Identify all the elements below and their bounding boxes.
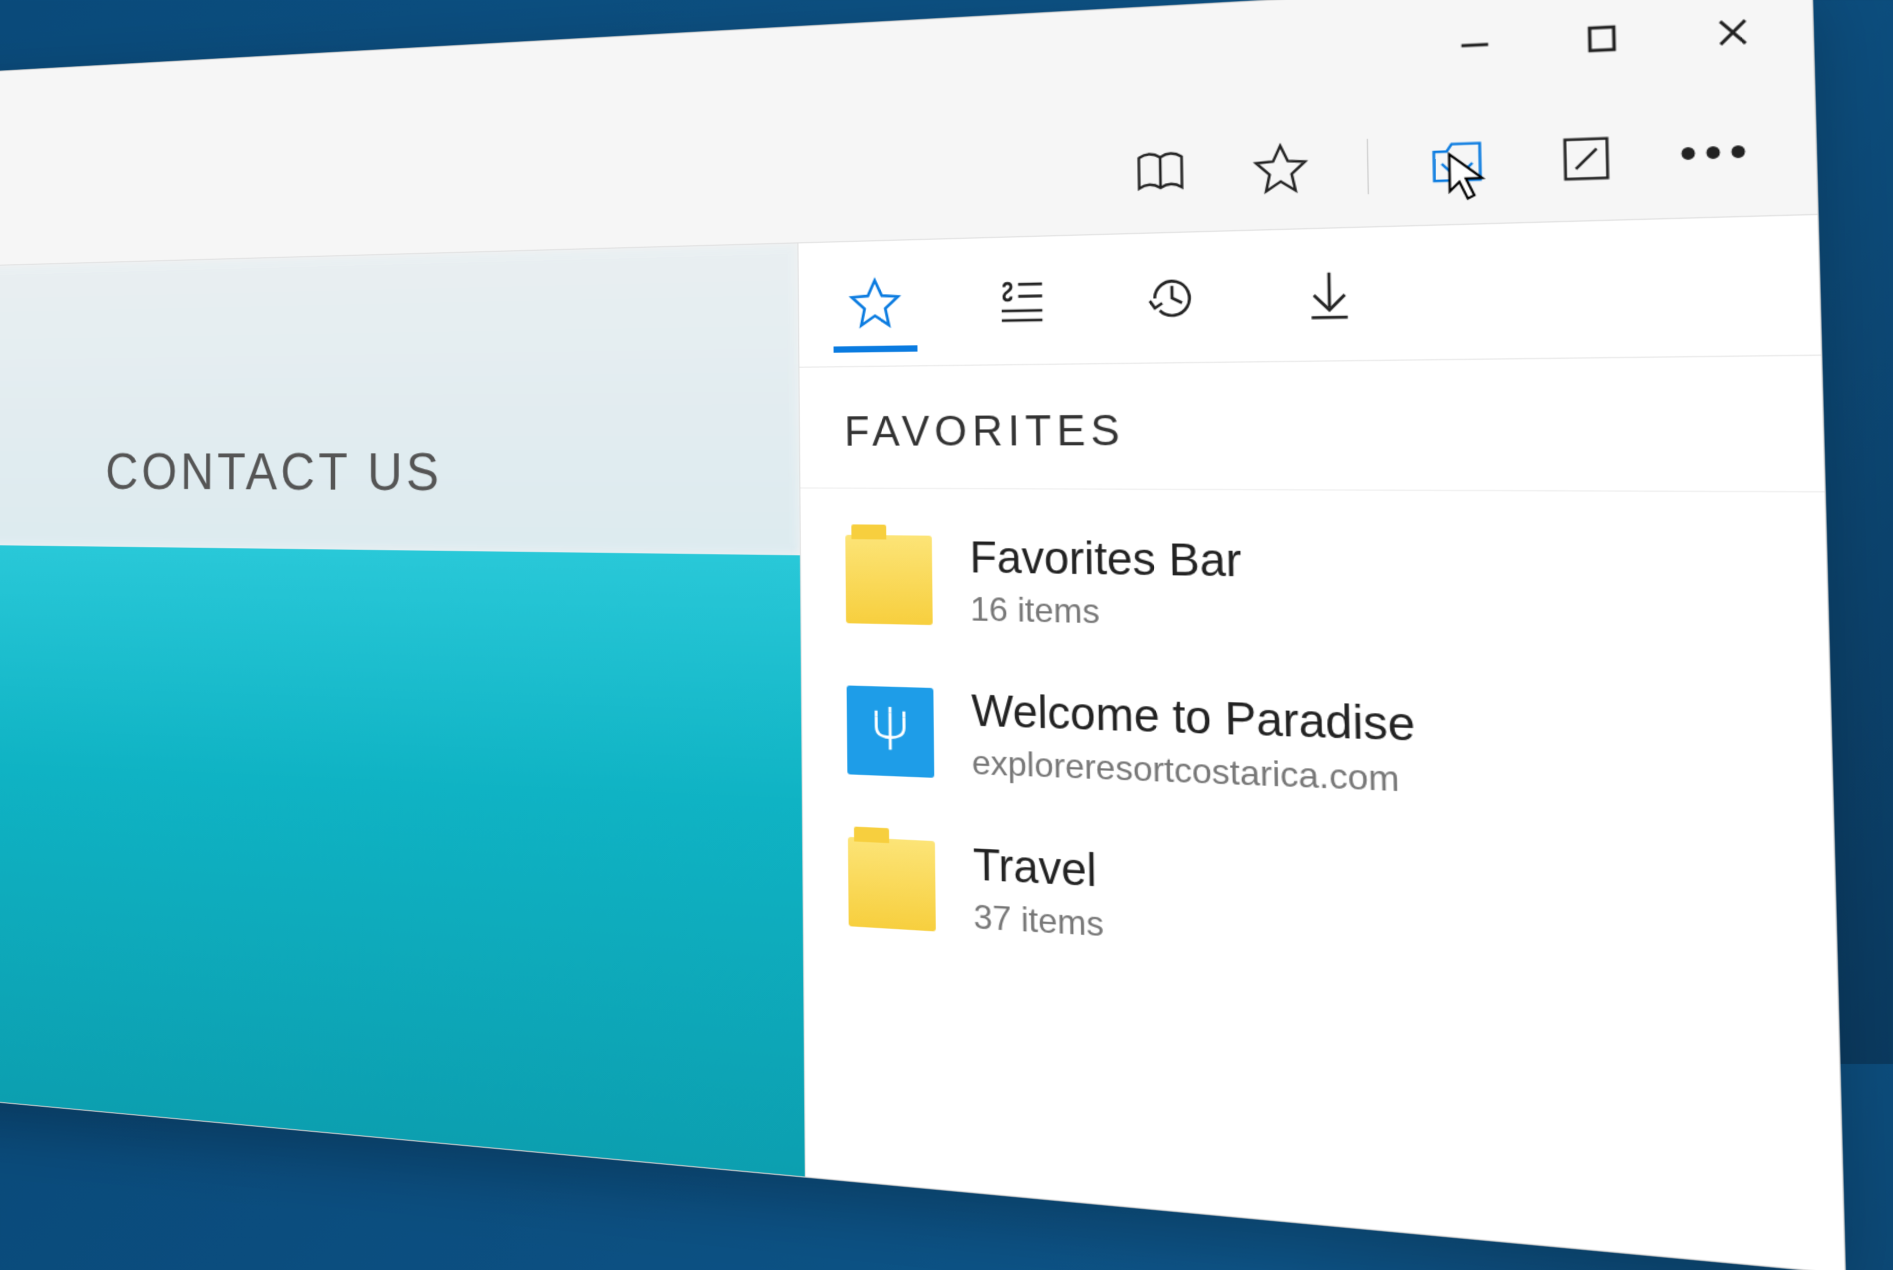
site-trident-icon: [847, 685, 935, 777]
hub-panel-title: FAVORITES: [799, 356, 1824, 493]
favorite-title: Welcome to Paradise: [971, 685, 1416, 752]
tab-history[interactable]: [1133, 248, 1212, 347]
favorites-star-icon[interactable]: [1244, 133, 1317, 206]
minimize-button[interactable]: [1447, 18, 1502, 72]
reading-view-icon[interactable]: [1125, 137, 1196, 209]
page-background-sea: [0, 543, 805, 1176]
favorite-subtitle: 37 items: [973, 897, 1104, 945]
close-button[interactable]: [1703, 4, 1762, 60]
browser-window: ••• CONTACT US: [0, 0, 1846, 1270]
tab-reading-list[interactable]: [983, 252, 1058, 349]
list-item[interactable]: Favorites Bar 16 items: [800, 503, 1829, 678]
page-background-sky: [0, 243, 800, 555]
webpage-content: CONTACT US: [0, 243, 805, 1176]
tab-downloads[interactable]: [1289, 244, 1371, 345]
more-button[interactable]: •••: [1679, 126, 1755, 181]
favorite-subtitle: 16 items: [970, 589, 1242, 634]
maximize-button[interactable]: [1573, 11, 1630, 66]
favorite-subtitle: exploreresortcostarica.com: [972, 743, 1417, 801]
page-heading: CONTACT US: [105, 441, 442, 503]
favorite-title: Favorites Bar: [969, 532, 1241, 588]
favorites-list: Favorites Bar 16 items Welcome to Paradi…: [800, 488, 1838, 1037]
hub-button[interactable]: [1419, 126, 1496, 200]
folder-icon: [848, 836, 936, 931]
tab-favorites[interactable]: [839, 255, 911, 351]
hub-panel: FAVORITES Favorites Bar 16 items: [797, 215, 1844, 1270]
web-note-icon[interactable]: [1547, 120, 1626, 195]
favorite-title: Travel: [973, 839, 1104, 898]
toolbar-divider: [1367, 138, 1369, 193]
folder-icon: [845, 534, 932, 624]
